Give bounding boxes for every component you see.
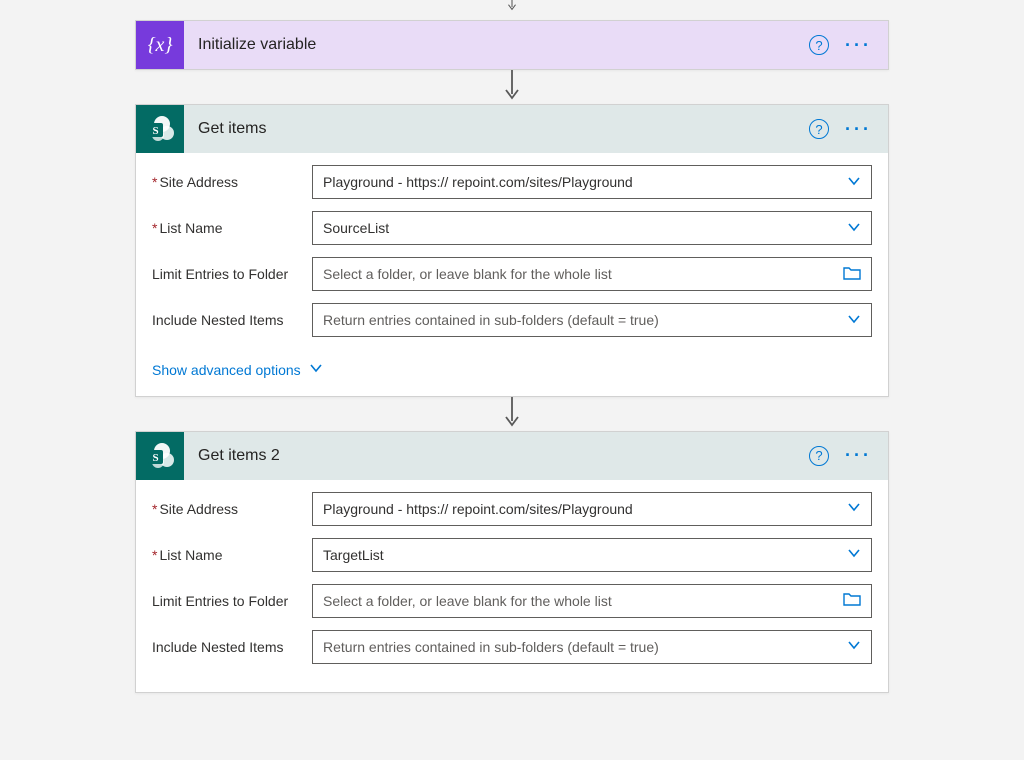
folder-picker[interactable]: Select a folder, or leave blank for the … — [312, 584, 872, 618]
chevron-down-icon — [847, 500, 861, 517]
arrow-down-icon — [502, 397, 522, 431]
action-card-get-items-2[interactable]: S Get items 2 ? ··· *Site Address Playgr… — [135, 431, 889, 693]
field-placeholder: Return entries contained in sub-folders … — [323, 312, 839, 328]
field-limit-entries: Limit Entries to Folder Select a folder,… — [152, 257, 872, 291]
help-icon[interactable]: ? — [809, 119, 829, 139]
field-list-name: *List Name TargetList — [152, 538, 872, 572]
svg-text:S: S — [152, 452, 158, 464]
help-icon[interactable]: ? — [809, 446, 829, 466]
field-label: *Site Address — [152, 174, 312, 190]
site-address-dropdown[interactable]: Playground - https:// repoint.com/sites/… — [312, 492, 872, 526]
list-name-dropdown[interactable]: TargetList — [312, 538, 872, 572]
card-body: *Site Address Playground - https:// repo… — [136, 153, 888, 396]
field-list-name: *List Name SourceList — [152, 211, 872, 245]
variable-icon: {x} — [136, 21, 184, 69]
field-value: Playground - https:// repoint.com/sites/… — [323, 174, 839, 190]
field-label: *Site Address — [152, 501, 312, 517]
chevron-down-icon — [847, 312, 861, 329]
card-body: *Site Address Playground - https:// repo… — [136, 480, 888, 692]
sharepoint-icon: S — [136, 105, 184, 153]
card-title: Get items 2 — [198, 447, 809, 465]
svg-text:S: S — [152, 125, 158, 137]
flow-arrow — [502, 70, 522, 104]
show-advanced-options-button[interactable]: Show advanced options — [152, 361, 323, 378]
action-card-initialize-variable[interactable]: {x} Initialize variable ? ··· — [135, 20, 889, 70]
flow-arrow — [502, 0, 522, 20]
link-label: Show advanced options — [152, 362, 301, 378]
field-value: TargetList — [323, 547, 839, 563]
chevron-down-icon — [309, 361, 323, 378]
field-label: Limit Entries to Folder — [152, 266, 312, 282]
list-name-dropdown[interactable]: SourceList — [312, 211, 872, 245]
field-limit-entries: Limit Entries to Folder Select a folder,… — [152, 584, 872, 618]
card-title: Initialize variable — [198, 36, 809, 54]
nested-items-dropdown[interactable]: Return entries contained in sub-folders … — [312, 303, 872, 337]
folder-icon — [843, 265, 861, 284]
chevron-down-icon — [847, 638, 861, 655]
arrow-down-icon — [502, 0, 522, 20]
field-include-nested: Include Nested Items Return entries cont… — [152, 303, 872, 337]
folder-icon — [843, 591, 861, 610]
required-indicator: * — [152, 220, 157, 236]
nested-items-dropdown[interactable]: Return entries contained in sub-folders … — [312, 630, 872, 664]
required-indicator: * — [152, 501, 157, 517]
chevron-down-icon — [847, 220, 861, 237]
more-menu-button[interactable]: ··· — [839, 445, 878, 466]
icon-glyph: {x} — [148, 34, 173, 57]
sharepoint-icon: S — [136, 432, 184, 480]
arrow-down-icon — [502, 70, 522, 104]
chevron-down-icon — [847, 174, 861, 191]
field-value: Playground - https:// repoint.com/sites/… — [323, 501, 839, 517]
field-site-address: *Site Address Playground - https:// repo… — [152, 492, 872, 526]
required-indicator: * — [152, 547, 157, 563]
field-value: SourceList — [323, 220, 839, 236]
card-header[interactable]: S Get items ? ··· — [136, 105, 888, 153]
card-header[interactable]: S Get items 2 ? ··· — [136, 432, 888, 480]
chevron-down-icon — [847, 546, 861, 563]
field-label: Include Nested Items — [152, 639, 312, 655]
card-title: Get items — [198, 120, 809, 138]
more-menu-button[interactable]: ··· — [839, 119, 878, 140]
more-menu-button[interactable]: ··· — [839, 35, 878, 56]
required-indicator: * — [152, 174, 157, 190]
field-label: *List Name — [152, 220, 312, 236]
flow-arrow — [502, 397, 522, 431]
folder-picker[interactable]: Select a folder, or leave blank for the … — [312, 257, 872, 291]
field-label: Limit Entries to Folder — [152, 593, 312, 609]
help-icon[interactable]: ? — [809, 35, 829, 55]
field-site-address: *Site Address Playground - https:// repo… — [152, 165, 872, 199]
sharepoint-logo-icon: S — [144, 440, 176, 472]
field-placeholder: Select a folder, or leave blank for the … — [323, 593, 835, 609]
site-address-dropdown[interactable]: Playground - https:// repoint.com/sites/… — [312, 165, 872, 199]
field-label: *List Name — [152, 547, 312, 563]
action-card-get-items[interactable]: S Get items ? ··· *Site Address Playgrou… — [135, 104, 889, 397]
card-header[interactable]: {x} Initialize variable ? ··· — [136, 21, 888, 69]
sharepoint-logo-icon: S — [144, 113, 176, 145]
field-label: Include Nested Items — [152, 312, 312, 328]
field-placeholder: Select a folder, or leave blank for the … — [323, 266, 835, 282]
field-include-nested: Include Nested Items Return entries cont… — [152, 630, 872, 664]
field-placeholder: Return entries contained in sub-folders … — [323, 639, 839, 655]
